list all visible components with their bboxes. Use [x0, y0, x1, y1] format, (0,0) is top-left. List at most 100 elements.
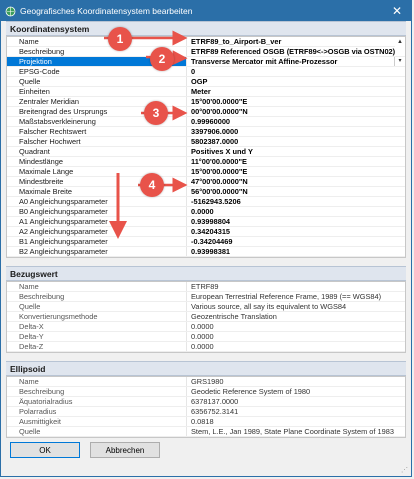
property-value[interactable]: 6356752.3141	[187, 407, 405, 416]
property-value[interactable]: 15°00'00.0000"E	[187, 97, 405, 106]
property-value[interactable]: 0.0000	[187, 332, 405, 341]
property-row[interactable]: Konvertierungsmethode Geozentrische Trans…	[7, 312, 405, 322]
annotation-badge-2: 2	[150, 47, 174, 71]
property-row[interactable]: Polarradius 6356752.3141	[7, 407, 405, 417]
property-row[interactable]: Maßstabsverkleinerung 0.99960000	[7, 117, 405, 127]
property-row[interactable]: A0 Angleichungsparameter -5162943.5206	[7, 197, 405, 207]
property-name: Name	[7, 282, 187, 291]
scroll-up-icon[interactable]: ▲	[395, 37, 405, 47]
property-value[interactable]: 5802387.0000	[187, 137, 405, 146]
property-value[interactable]: 11°00'00.0000"E	[187, 157, 405, 166]
property-row[interactable]: Mindestbreite 47°00'00.0000"N	[7, 177, 405, 187]
property-value[interactable]: 0.34204315	[187, 227, 405, 236]
property-name: Äquatorialradius	[7, 397, 187, 406]
property-row[interactable]: Äquatorialradius 6378137.0000	[7, 397, 405, 407]
property-row[interactable]: Projektion Transverse Mercator mit Affine…	[7, 57, 405, 67]
property-name: A0 Angleichungsparameter	[7, 197, 187, 206]
property-value[interactable]: 0.0818	[187, 417, 405, 426]
property-value[interactable]: 0	[187, 67, 405, 76]
section-header-koordinatensystem[interactable]: Koordinatensystem	[6, 21, 406, 36]
property-name: B1 Angleichungsparameter	[7, 237, 187, 246]
property-value[interactable]: Geodetic Reference System of 1980	[187, 387, 405, 396]
property-row[interactable]: Name GRS1980	[7, 377, 405, 387]
property-row[interactable]: Mindestlänge 11°00'00.0000"E	[7, 157, 405, 167]
property-value[interactable]: 0.0000	[187, 342, 405, 351]
property-row[interactable]: A2 Angleichungsparameter 0.34204315	[7, 227, 405, 237]
property-row[interactable]: Quelle OGP	[7, 77, 405, 87]
property-value[interactable]: OGP	[187, 77, 405, 86]
property-value[interactable]: 6378137.0000	[187, 397, 405, 406]
property-value[interactable]: 0.99960000	[187, 117, 405, 126]
property-row[interactable]: Delta-Z 0.0000	[7, 342, 405, 352]
annotation-badge-1: 1	[108, 27, 132, 51]
property-row[interactable]: Ausmittigkeit 0.0818	[7, 417, 405, 427]
property-value[interactable]: 47°00'00.0000"N	[187, 177, 405, 186]
property-value[interactable]: ETRF89_to_Airport-B_ver	[187, 37, 405, 46]
property-row[interactable]: Beschreibung Geodetic Reference System of…	[7, 387, 405, 397]
property-value[interactable]: 0.93998804	[187, 217, 405, 226]
property-row[interactable]: Maximale Breite 56°00'00.0000"N	[7, 187, 405, 197]
property-row[interactable]: Delta-X 0.0000	[7, 322, 405, 332]
property-value[interactable]: Stem, L.E., Jan 1989, State Plane Coordi…	[187, 427, 405, 436]
property-value[interactable]: European Terrestrial Reference Frame, 19…	[187, 292, 405, 301]
property-value[interactable]: Meter	[187, 87, 405, 96]
property-row[interactable]: Maximale Länge 15°00'00.0000"E	[7, 167, 405, 177]
property-value[interactable]: 3397906.0000	[187, 127, 405, 136]
property-row[interactable]: B2 Angleichungsparameter 0.93998381	[7, 247, 405, 257]
property-value[interactable]: Geozentrische Translation	[187, 312, 405, 321]
property-row[interactable]: Zentraler Meridian 15°00'00.0000"E	[7, 97, 405, 107]
property-name: Einheiten	[7, 87, 187, 96]
property-value[interactable]: 0.0000	[187, 207, 405, 216]
property-name: Falscher Rechtswert	[7, 127, 187, 136]
property-name: Polarradius	[7, 407, 187, 416]
resize-grip-icon[interactable]: ⋰	[401, 466, 409, 474]
property-row[interactable]: Quelle Various source, all say its equiva…	[7, 302, 405, 312]
property-row[interactable]: Einheiten Meter	[7, 87, 405, 97]
property-value[interactable]: Various source, all say its equivalent t…	[187, 302, 405, 311]
property-value[interactable]: -5162943.5206	[187, 197, 405, 206]
section-header-ellipsoid[interactable]: Ellipsoid	[6, 361, 406, 376]
property-row[interactable]: Delta-Y 0.0000	[7, 332, 405, 342]
property-name: Delta-Z	[7, 342, 187, 351]
property-value[interactable]: GRS1980	[187, 377, 405, 386]
property-row[interactable]: Beschreibung European Terrestrial Referen…	[7, 292, 405, 302]
property-name: B2 Angleichungsparameter	[7, 247, 187, 256]
property-row[interactable]: Beschreibung ETRF89 Referenced OSGB (ETRF…	[7, 47, 405, 57]
button-bar: OK Abbrechen	[6, 442, 406, 462]
section-header-bezugswert[interactable]: Bezugswert	[6, 266, 406, 281]
ok-button[interactable]: OK	[10, 442, 80, 458]
property-value[interactable]: Transverse Mercator mit Affine-Prozessor	[187, 57, 394, 66]
property-name: Falscher Hochwert	[7, 137, 187, 146]
property-value[interactable]: 56°00'00.0000"N	[187, 187, 405, 196]
property-name: Konvertierungsmethode	[7, 312, 187, 321]
property-value[interactable]: -0.34204469	[187, 237, 405, 246]
property-name: A2 Angleichungsparameter	[7, 227, 187, 236]
property-row[interactable]: Name ETRF89	[7, 282, 405, 292]
property-row[interactable]: Breitengrad des Ursprungs 00°00'00.0000"N	[7, 107, 405, 117]
property-row[interactable]: B1 Angleichungsparameter -0.34204469	[7, 237, 405, 247]
property-value[interactable]: 0.0000	[187, 322, 405, 331]
chevron-down-icon[interactable]: ▾	[394, 57, 405, 66]
property-value[interactable]: ETRF89 Referenced OSGB (ETRF89<->OSGB vi…	[187, 47, 405, 56]
property-name: B0 Angleichungsparameter	[7, 207, 187, 216]
ellipsoid-grid: Name GRS1980 Beschreibung Geodetic Referenc…	[6, 376, 406, 438]
property-row[interactable]: Name ETRF89_to_Airport-B_ver	[7, 37, 405, 47]
property-name: Quadrant	[7, 147, 187, 156]
property-value[interactable]: ETRF89	[187, 282, 405, 291]
koordinatensystem-grid: ▲ Name ETRF89_to_Airport-B_ver Beschreibun…	[6, 36, 406, 258]
cancel-button[interactable]: Abbrechen	[90, 442, 160, 458]
property-value[interactable]: 15°00'00.0000"E	[187, 167, 405, 176]
property-row[interactable]: EPSG-Code 0	[7, 67, 405, 77]
property-value[interactable]: Positives X und Y	[187, 147, 405, 156]
bezugswert-grid: Name ETRF89 Beschreibung European Terrestri…	[6, 281, 406, 353]
property-row[interactable]: Quadrant Positives X und Y	[7, 147, 405, 157]
property-value[interactable]: 0.93998381	[187, 247, 405, 256]
property-row[interactable]: Falscher Hochwert 5802387.0000	[7, 137, 405, 147]
property-row[interactable]: B0 Angleichungsparameter 0.0000	[7, 207, 405, 217]
property-row[interactable]: A1 Angleichungsparameter 0.93998804	[7, 217, 405, 227]
property-value[interactable]: 00°00'00.0000"N	[187, 107, 405, 116]
close-icon[interactable]: ✕	[383, 1, 411, 21]
property-row[interactable]: Falscher Rechtswert 3397906.0000	[7, 127, 405, 137]
property-row[interactable]: Quelle Stem, L.E., Jan 1989, State Plane …	[7, 427, 405, 437]
property-name: Ausmittigkeit	[7, 417, 187, 426]
